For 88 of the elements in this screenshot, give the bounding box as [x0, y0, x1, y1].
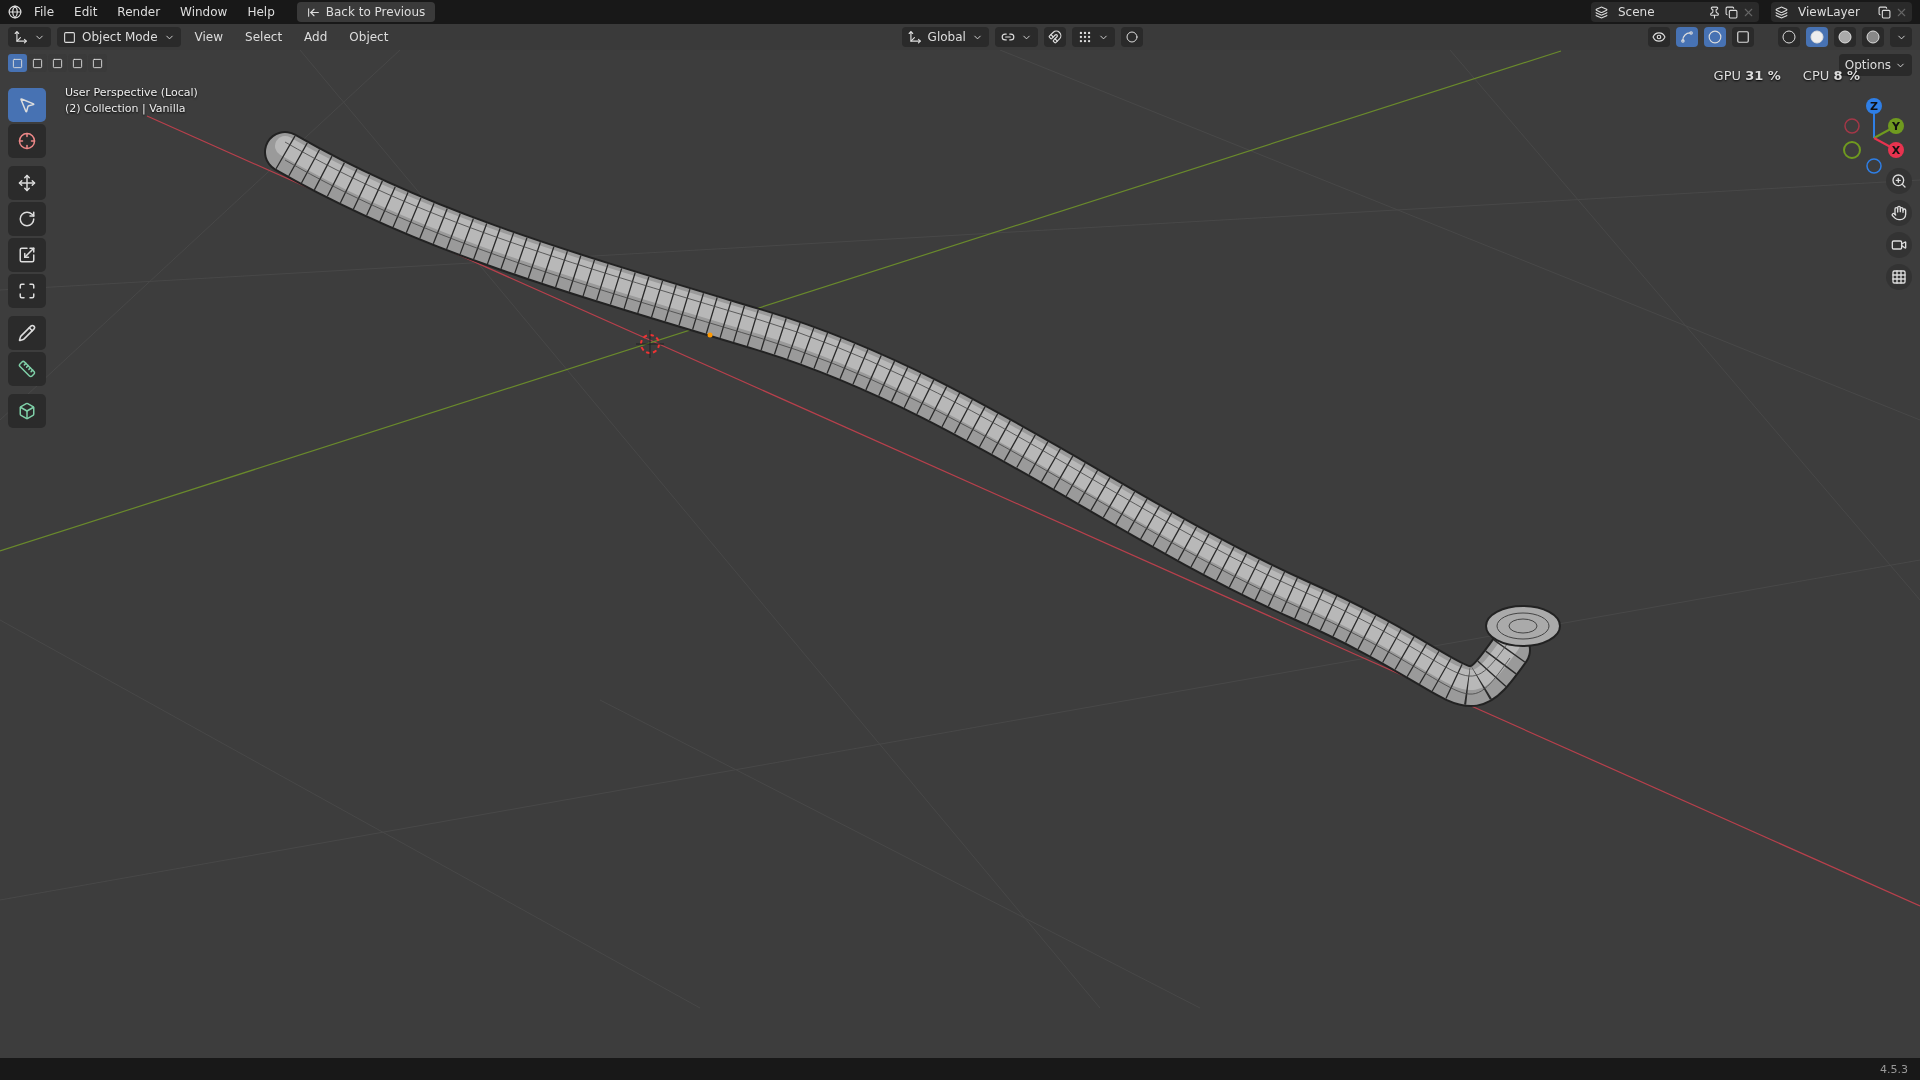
camera-button[interactable] — [1886, 232, 1912, 258]
link-icon — [1000, 30, 1015, 44]
arrow-left-icon — [306, 5, 320, 19]
grid-button[interactable] — [1886, 264, 1912, 290]
rendered-shading-button[interactable] — [1862, 27, 1884, 47]
axes-icon — [907, 30, 922, 44]
pencil-icon — [18, 324, 36, 342]
select-tool-button[interactable] — [8, 88, 46, 122]
scene-selector[interactable]: Scene — [1591, 2, 1759, 22]
menu-item[interactable]: Help — [239, 3, 283, 21]
scale-icon — [18, 246, 36, 264]
wireframe-shading-button[interactable] — [1778, 27, 1800, 47]
square-icon — [32, 57, 43, 69]
origin-dot-icon — [707, 332, 713, 338]
curve-icon — [1680, 30, 1694, 44]
viewport-info-text: (2) Collection | Vanilla — [65, 102, 187, 115]
orientation-dropdown[interactable]: Global — [901, 27, 989, 47]
square-icon — [52, 57, 63, 69]
circle-icon — [1125, 31, 1138, 43]
square-icon — [63, 30, 76, 44]
eye-icon — [1652, 30, 1666, 44]
add-cube-tool-button[interactable] — [8, 394, 46, 428]
camera-icon — [1891, 237, 1907, 253]
menu-item[interactable]: View — [186, 28, 232, 46]
copy-icon — [1878, 5, 1891, 19]
sphere-icon — [1810, 30, 1824, 44]
proportional-edit-toggle[interactable] — [1120, 27, 1143, 47]
visibility-toggle[interactable] — [1648, 27, 1670, 47]
material-shading-button[interactable] — [1834, 27, 1856, 47]
rotate-icon — [18, 210, 36, 228]
sphere-icon — [1838, 30, 1852, 44]
axes-icon — [14, 30, 28, 44]
transform-icon — [18, 282, 36, 300]
menu-item[interactable]: Select — [237, 28, 291, 46]
zoom-button[interactable] — [1886, 168, 1912, 194]
usage-stat: GPU 31 % — [1713, 68, 1781, 83]
pin-icon — [1708, 5, 1721, 19]
move-arrows-icon — [18, 174, 36, 192]
version-text: 4.5.3 — [1880, 1062, 1908, 1076]
menu-item[interactable]: File — [26, 3, 63, 21]
overlays-toggle[interactable] — [1704, 27, 1726, 47]
editor-type-dropdown[interactable] — [8, 27, 51, 47]
cursor-arrow-icon — [18, 96, 36, 114]
copy-icon — [1725, 5, 1738, 19]
square-icon — [12, 57, 23, 69]
cube-icon — [18, 402, 36, 420]
sphere-icon — [1866, 30, 1880, 44]
square-icon — [72, 57, 83, 69]
magnet-icon — [1047, 30, 1062, 44]
dots-icon — [1077, 30, 1092, 44]
view-layer-selector[interactable]: ViewLayer — [1771, 2, 1912, 22]
mode-dropdown[interactable]: Object Mode — [57, 27, 181, 47]
menu-item[interactable]: Render — [109, 3, 169, 21]
menu-item[interactable]: Edit — [66, 3, 106, 21]
measure-tool-button[interactable] — [8, 352, 46, 386]
gizmos-toggle[interactable] — [1676, 27, 1698, 47]
app-logo-icon — [8, 5, 22, 19]
xray-toggle[interactable] — [1732, 27, 1754, 47]
menu-item[interactable]: Window — [172, 3, 236, 21]
layers-icon — [1775, 5, 1788, 19]
annotate-tool-button[interactable] — [8, 316, 46, 350]
menu-item[interactable]: Add — [296, 28, 336, 46]
move-tool-button[interactable] — [8, 166, 46, 200]
scene-icon — [1595, 5, 1608, 19]
menu-item[interactable]: Object — [341, 28, 397, 46]
pan-button[interactable] — [1886, 200, 1912, 226]
sphere-icon — [1782, 30, 1796, 44]
3d-cursor-icon — [635, 329, 665, 359]
rotate-tool-button[interactable] — [8, 202, 46, 236]
grid-icon — [1891, 269, 1907, 285]
circle-icon — [1708, 30, 1722, 44]
ruler-icon — [18, 360, 36, 378]
transform-tool-button[interactable] — [8, 274, 46, 308]
square-icon — [92, 57, 103, 69]
square-icon — [1736, 30, 1750, 44]
back-to-previous-button[interactable]: Back to Previous — [296, 2, 436, 22]
zoom-icon — [1891, 173, 1907, 189]
select-mode-button[interactable] — [8, 54, 27, 72]
snap-target-dropdown[interactable] — [1071, 27, 1115, 47]
snap-toggle[interactable] — [1043, 27, 1066, 47]
viewport-info-text: User Perspective (Local) — [65, 86, 198, 99]
pivot-dropdown[interactable] — [994, 27, 1038, 47]
solid-shading-button[interactable] — [1806, 27, 1828, 47]
hand-icon — [1891, 205, 1907, 221]
scale-tool-button[interactable] — [8, 238, 46, 272]
axis-gizmo[interactable]: Z Y X — [1824, 90, 1914, 180]
cursor-tool-button[interactable] — [8, 124, 46, 158]
crosshair-icon — [18, 132, 36, 150]
